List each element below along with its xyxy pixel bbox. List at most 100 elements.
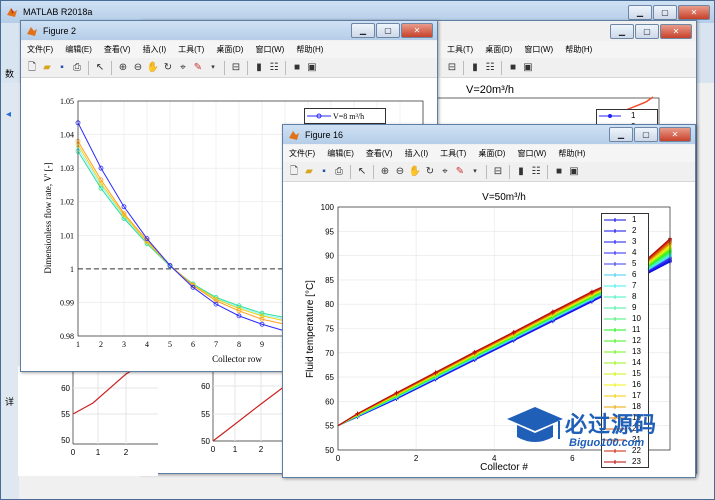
figure16-legend-item: 17 (602, 390, 648, 401)
figure16-xlabel: Collector # (480, 462, 528, 473)
menu-file[interactable]: 文件(F) (283, 148, 321, 159)
menu-help[interactable]: 帮助(H) (552, 148, 591, 159)
colorbar-icon[interactable]: ▮ (468, 61, 482, 75)
minimize-button[interactable]: ▁ (628, 5, 652, 20)
back-menu-window[interactable]: 窗口(W) (518, 44, 559, 55)
maximize-button[interactable]: ▢ (653, 5, 677, 20)
rotate-icon[interactable]: ↻ (161, 61, 175, 75)
link-plot-icon[interactable]: ⊟ (229, 61, 243, 75)
menu-desktop[interactable]: 桌面(D) (210, 44, 249, 55)
back-close-button[interactable]: ✕ (660, 24, 692, 39)
open-file-icon[interactable]: ▰ (40, 61, 54, 75)
new-figure-icon[interactable]: 🗋 (25, 61, 39, 75)
figure2-xtick: 7 (214, 340, 218, 349)
figure16-ytick: 75 (325, 325, 334, 334)
print-icon[interactable]: ⎙ (70, 61, 84, 75)
edit-plot-icon[interactable]: ↖ (355, 165, 369, 179)
menu-tools[interactable]: 工具(T) (434, 148, 472, 159)
back-menu-help[interactable]: 帮助(H) (559, 44, 598, 55)
show-tools-icon[interactable]: ▣ (521, 61, 535, 75)
menu-view[interactable]: 查看(V) (98, 44, 137, 55)
save-icon[interactable]: ▪ (317, 165, 331, 179)
figure16-minimize-button[interactable]: ▁ (609, 127, 633, 142)
figure2-ytick: 1.04 (60, 131, 74, 140)
menu-edit[interactable]: 编辑(E) (59, 44, 98, 55)
menu-insert[interactable]: 插入(I) (137, 44, 173, 55)
figure2-ytick: 1.03 (60, 164, 74, 173)
side-label-a: 数 (5, 69, 15, 79)
matlab-logo-icon (6, 6, 18, 18)
figure2-toolbar: 🗋 ▰ ▪ ⎙ ↖ ⊕ ⊖ ✋ ↻ ⌖ ✎ ▾ ⊟ ▮ ☷ ■ ▣ (21, 58, 437, 78)
figure2-minimize-button[interactable]: ▁ (351, 23, 375, 38)
show-tools-icon[interactable]: ▣ (567, 165, 581, 179)
menu-window[interactable]: 窗口(W) (511, 148, 552, 159)
menu-view[interactable]: 查看(V) (360, 148, 399, 159)
pan-icon[interactable]: ✋ (408, 165, 422, 179)
figure16-xtick: 2 (414, 454, 419, 463)
watermark: 必过源码 Biguo100.com (505, 403, 695, 463)
open-file-icon[interactable]: ▰ (302, 165, 316, 179)
menu-tools[interactable]: 工具(T) (172, 44, 210, 55)
hide-tools-icon[interactable]: ■ (552, 165, 566, 179)
figure16-ytick: 60 (325, 397, 334, 406)
legend-icon[interactable]: ☷ (483, 61, 497, 75)
matlab-title: MATLAB R2018a (23, 7, 93, 17)
figure2-close-button[interactable]: ✕ (401, 23, 433, 38)
lower-mid-figure: 60 55 50 0 1 2 (160, 366, 285, 470)
figure16-legend-item: 16 (602, 379, 648, 390)
hide-tools-icon[interactable]: ■ (290, 61, 304, 75)
figure2-ylabel: Dimensionless flow rate, V' [-] (43, 162, 53, 273)
link-plot-icon[interactable]: ⊟ (491, 165, 505, 179)
menu-window[interactable]: 窗口(W) (249, 44, 290, 55)
chevron-down-icon[interactable]: ▾ (468, 165, 482, 179)
nav-arrow-icon[interactable]: ◂ (6, 109, 11, 120)
colorbar-icon[interactable]: ▮ (252, 61, 266, 75)
data-cursor-icon[interactable]: ⌖ (176, 61, 190, 75)
menu-help[interactable]: 帮助(H) (290, 44, 329, 55)
figure2-xtick: 2 (99, 340, 103, 349)
legend-icon[interactable]: ☷ (529, 165, 543, 179)
menu-desktop[interactable]: 桌面(D) (472, 148, 511, 159)
figure2-xtick: 4 (145, 340, 149, 349)
data-cursor-icon[interactable]: ⌖ (438, 165, 452, 179)
figure2-xtick: 6 (191, 340, 195, 349)
save-icon[interactable]: ▪ (55, 61, 69, 75)
zoom-out-icon[interactable]: ⊖ (393, 165, 407, 179)
hide-tools-icon[interactable]: ■ (506, 61, 520, 75)
zoom-out-icon[interactable]: ⊖ (131, 61, 145, 75)
figure16-close-button[interactable]: ✕ (659, 127, 691, 142)
close-button[interactable]: ✕ (678, 5, 710, 20)
figure16-legend-item: 15 (602, 368, 648, 379)
show-tools-icon[interactable]: ▣ (305, 61, 319, 75)
back-maximize-button[interactable]: ▢ (635, 24, 659, 39)
legend-icon[interactable]: ☷ (267, 61, 281, 75)
zoom-in-icon[interactable]: ⊕ (378, 165, 392, 179)
back-menu-desktop[interactable]: 桌面(D) (479, 44, 518, 55)
back-minimize-button[interactable]: ▁ (610, 24, 634, 39)
colorbar-icon[interactable]: ▮ (514, 165, 528, 179)
figure16-legend-item: 10 (602, 313, 648, 324)
matlab-logo-icon (288, 129, 300, 141)
lower-mid-ytick: 55 (201, 410, 210, 419)
pan-icon[interactable]: ✋ (146, 61, 160, 75)
menu-file[interactable]: 文件(F) (21, 44, 59, 55)
link-plot-icon[interactable]: ⊟ (445, 61, 459, 75)
zoom-in-icon[interactable]: ⊕ (116, 61, 130, 75)
figure16-legend-item: 2 (602, 225, 648, 236)
back-menu-tools[interactable]: 工具(T) (441, 44, 479, 55)
menu-edit[interactable]: 编辑(E) (321, 148, 360, 159)
brush-icon[interactable]: ✎ (191, 61, 205, 75)
figure2-maximize-button[interactable]: ▢ (376, 23, 400, 38)
brush-icon[interactable]: ✎ (453, 165, 467, 179)
rotate-icon[interactable]: ↻ (423, 165, 437, 179)
menu-insert[interactable]: 插入(I) (399, 148, 435, 159)
chevron-down-icon[interactable]: ▾ (206, 61, 220, 75)
print-icon[interactable]: ⎙ (332, 165, 346, 179)
figure2-xtick: 8 (237, 340, 241, 349)
figure16-maximize-button[interactable]: ▢ (634, 127, 658, 142)
figure16-legend-item: 3 (602, 236, 648, 247)
new-figure-icon[interactable]: 🗋 (287, 165, 301, 179)
figure16-ytick: 55 (325, 422, 334, 431)
edit-plot-icon[interactable]: ↖ (93, 61, 107, 75)
figure2-ytick: 0.99 (60, 298, 74, 307)
